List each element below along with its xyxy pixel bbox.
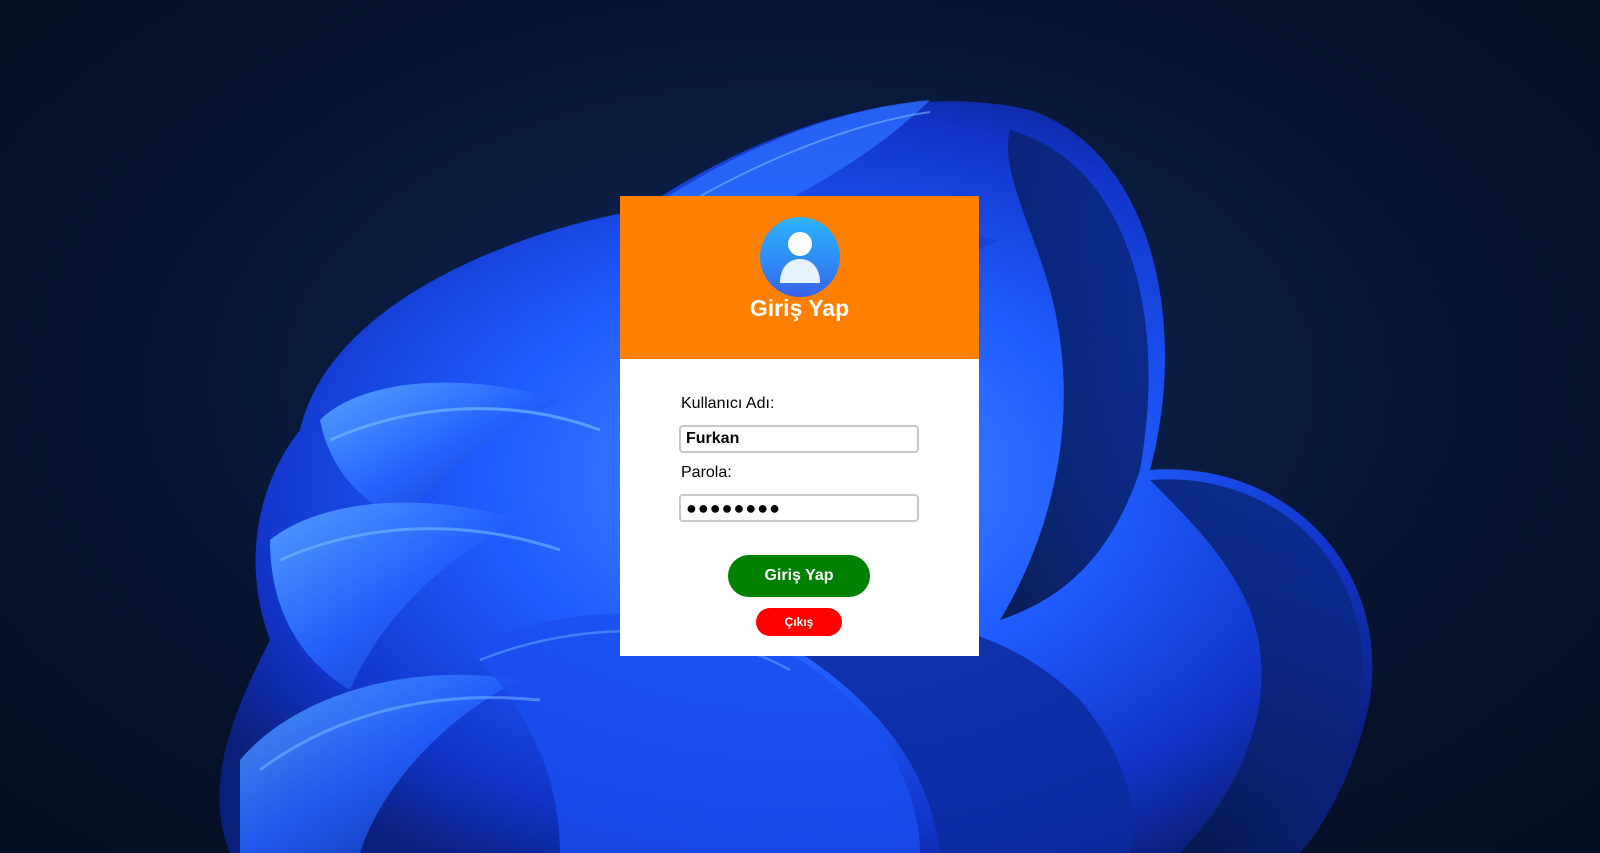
header-title: Giriş Yap <box>749 295 850 321</box>
password-input[interactable]: ●●●●●●●● <box>679 494 919 522</box>
username-input[interactable]: Furkan <box>679 425 919 453</box>
user-icon <box>760 217 840 297</box>
login-dialog: Giriş Yap Kullanıcı Adı: Furkan Parola: … <box>620 196 979 656</box>
exit-button[interactable]: Çıkış <box>756 608 842 636</box>
login-button[interactable]: Giriş Yap <box>728 555 870 597</box>
username-label: Kullanıcı Adı: <box>681 395 775 412</box>
login-header: Giriş Yap <box>620 196 979 359</box>
password-label: Parola: <box>681 464 732 481</box>
